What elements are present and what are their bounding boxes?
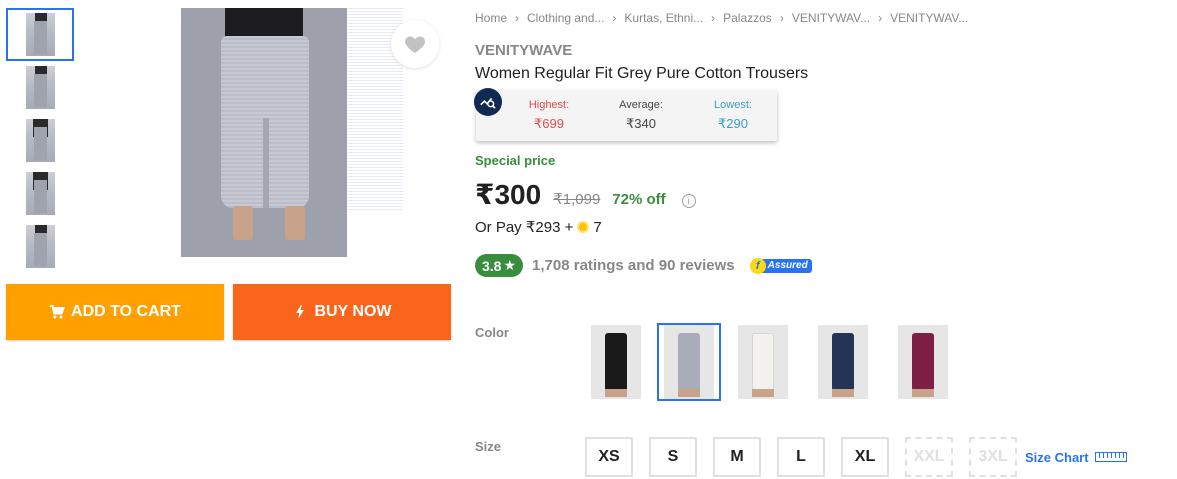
add-to-cart-button[interactable]: ADD TO CART	[6, 284, 224, 340]
rating-badge[interactable]: 3.8 ★	[475, 254, 524, 277]
brand-name[interactable]: VENITYWAVE	[475, 42, 572, 59]
main-product-image[interactable]	[181, 8, 347, 257]
star-icon: ★	[503, 257, 517, 273]
chevron-right-icon: ›	[515, 11, 520, 25]
lowest-price-value: ₹290	[718, 116, 748, 131]
swatch-image	[591, 325, 641, 399]
chevron-right-icon: ›	[612, 11, 617, 25]
wishlist-button[interactable]	[391, 20, 439, 68]
highest-price-value: ₹699	[534, 116, 564, 131]
breadcrumb-item[interactable]: Kurtas, Ethni...	[624, 11, 703, 25]
average-price-label: Average:	[619, 99, 663, 111]
ratings-reviews-count[interactable]: 1,708 ratings and 90 reviews	[532, 257, 735, 274]
average-price-value: ₹340	[626, 116, 656, 131]
swatch-image	[738, 325, 788, 399]
highest-price-label: Highest:	[528, 99, 570, 111]
size-option[interactable]: XS	[585, 437, 633, 477]
thumbnail-4[interactable]	[6, 167, 74, 220]
breadcrumb-item[interactable]: VENITYWAV...	[792, 11, 870, 25]
buy-now-button[interactable]: BUY NOW	[233, 284, 451, 340]
swatch-image	[898, 325, 948, 399]
swatch-image	[664, 325, 714, 399]
size-option[interactable]: L	[777, 437, 825, 477]
size-option: 3XL	[969, 437, 1017, 477]
color-swatches	[590, 323, 977, 401]
breadcrumb-current: VENITYWAV...	[890, 11, 969, 25]
breadcrumb: Home › Clothing and... › Kurtas, Ethni... ›…	[475, 11, 968, 25]
thumbnail-5[interactable]	[6, 220, 74, 273]
price-row: ₹300 ₹1,099 72% off i	[475, 178, 696, 211]
rating-row: 3.8 ★ 1,708 ratings and 90 reviews f Ass…	[475, 254, 812, 277]
thumbnail-strip	[6, 8, 74, 273]
breadcrumb-item[interactable]: Clothing and...	[527, 11, 604, 25]
product-title: Women Regular Fit Grey Pure Cotton Trous…	[475, 65, 809, 82]
assured-badge: f Assured	[749, 257, 812, 274]
size-option: XXL	[905, 437, 953, 477]
average-price: Average: ₹340	[596, 99, 686, 132]
color-swatch-navy[interactable]	[817, 323, 869, 401]
thumbnail-3[interactable]	[6, 114, 74, 167]
rating-value: 3.8	[482, 257, 502, 274]
size-option[interactable]: S	[649, 437, 697, 477]
selling-price: ₹300	[475, 179, 542, 210]
lightning-icon	[296, 305, 305, 319]
color-swatch-grey[interactable]	[657, 323, 721, 401]
price-history-widget: Highest: ₹699 Average: ₹340 Lowest: ₹290	[474, 88, 778, 141]
swatch-image	[818, 325, 868, 399]
color-label: Color	[475, 325, 509, 340]
size-chart-label: Size Chart	[1025, 449, 1089, 465]
ruler-icon	[1094, 452, 1127, 462]
breadcrumb-item[interactable]: Home	[475, 11, 507, 25]
thumbnail-2[interactable]	[6, 61, 74, 114]
color-swatch-maroon[interactable]	[897, 323, 949, 401]
special-price-label: Special price	[475, 153, 556, 168]
or-pay-coins: 7	[593, 218, 602, 236]
original-price: ₹1,099	[553, 191, 601, 208]
add-to-cart-label: ADD TO CART	[71, 303, 181, 320]
heart-icon	[405, 36, 425, 53]
highest-price: Highest: ₹699	[504, 99, 594, 132]
chevron-right-icon: ›	[779, 11, 784, 25]
discount-percent: 72% off	[612, 191, 666, 208]
assured-icon: f	[749, 257, 766, 274]
cart-icon	[50, 305, 65, 319]
lowest-price: Lowest: ₹290	[688, 99, 778, 132]
lowest-price-label: Lowest:	[714, 99, 752, 111]
price-tracker-icon[interactable]	[474, 88, 502, 116]
breadcrumb-item[interactable]: Palazzos	[723, 11, 772, 25]
info-icon[interactable]: i	[681, 194, 696, 208]
size-options: XS S M L XL XXL 3XL Size Chart	[585, 437, 1127, 477]
size-option[interactable]: XL	[841, 437, 889, 477]
size-option[interactable]: M	[713, 437, 761, 477]
color-swatch-white[interactable]	[737, 323, 789, 401]
assured-label: Assured	[767, 260, 808, 271]
supercoin-icon	[577, 221, 590, 233]
chevron-right-icon: ›	[878, 11, 883, 25]
buy-now-label: BUY NOW	[314, 303, 392, 320]
chevron-right-icon: ›	[711, 11, 716, 25]
color-swatch-black[interactable]	[590, 323, 642, 401]
size-label: Size	[475, 439, 502, 454]
or-pay-text: Or Pay ₹293 +	[475, 219, 574, 236]
size-chart-link[interactable]: Size Chart	[1025, 450, 1127, 465]
or-pay-offer: Or Pay ₹293 + 7	[475, 218, 602, 237]
thumbnail-1[interactable]	[6, 8, 74, 61]
